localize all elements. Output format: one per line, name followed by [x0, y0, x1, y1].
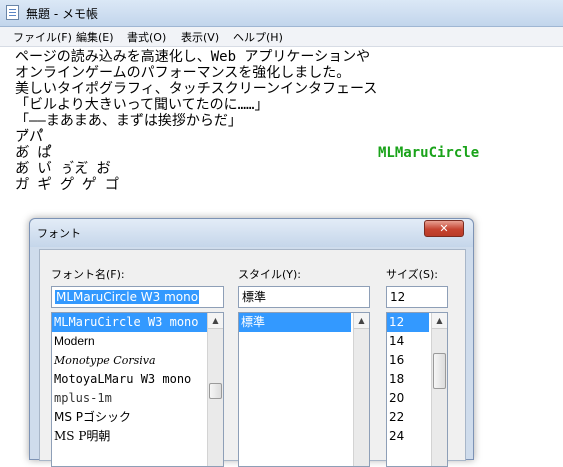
close-icon: ✕ [439, 222, 449, 235]
font-list-item[interactable]: MotoyaLMaru W3 mono [52, 370, 223, 389]
size-label: サイズ(S): [386, 268, 438, 281]
font-list-item[interactable]: MLMaruCircle W3 mono [52, 313, 223, 332]
scroll-up-icon[interactable]: ▲ [208, 313, 223, 329]
size-input[interactable]: 12 [386, 286, 448, 308]
font-list-item[interactable]: Modern [52, 332, 223, 351]
font-name-value: MLMaruCircle W3 mono [55, 290, 200, 304]
text-line: あ゙ い゙ ぅ゙え゙ お゙ [15, 161, 111, 177]
notepad-icon [6, 5, 19, 20]
window-title: 無題 - メモ帳 [26, 7, 98, 21]
style-list-item[interactable]: 標準 [239, 313, 351, 332]
scroll-up-icon[interactable]: ▲ [432, 313, 447, 329]
text-line: ア゙パ゚ [15, 129, 43, 145]
font-list-item[interactable]: Monotype Corsiva [52, 351, 223, 370]
size-list-scrollbar[interactable]: ▲ [431, 313, 447, 466]
menu-format[interactable]: 書式(O) [127, 29, 166, 45]
font-sample-text: MLMaruCircle [378, 145, 480, 161]
dialog-body: フォント名(F): MLMaruCircle W3 mono MLMaruCir… [39, 249, 466, 467]
font-list-item[interactable]: MS Pゴシック [52, 408, 223, 427]
text-line: 「——まあまあ、まずは挨拶からだ」 [15, 113, 242, 129]
text-line: ページの読み込みを高速化し、Web アプリケーションや [15, 49, 371, 65]
style-value: 標準 [242, 290, 267, 304]
title-bar: 無題 - メモ帳 [0, 0, 563, 27]
font-list-item[interactable]: MS P明朝 [52, 427, 223, 446]
menu-file[interactable]: ファイル(F) [13, 29, 72, 45]
text-line: オンラインゲームのパフォーマンスを強化しました。 [15, 65, 351, 81]
text-line: 「ビルより大きいって聞いてたのに……」 [15, 97, 269, 113]
font-name-label: フォント名(F): [51, 268, 125, 281]
text-line: 美しいタイポグラフィ、タッチスクリーンインタフェース [15, 81, 378, 97]
dialog-title-bar: フォント ✕ [30, 219, 473, 247]
text-line: カ゚ キ゚ ク゚ ケ゚ コ゚ [15, 177, 119, 193]
font-list-item[interactable]: mplus-1m [52, 389, 223, 408]
scroll-thumb[interactable] [433, 353, 446, 389]
dialog-title: フォント [37, 227, 81, 240]
text-line: あ゙ ぱ゚ [15, 145, 52, 161]
style-label: スタイル(Y): [238, 268, 302, 281]
font-name-input[interactable]: MLMaruCircle W3 mono [51, 286, 224, 308]
menu-edit[interactable]: 編集(E) [76, 29, 114, 45]
style-input[interactable]: 標準 [238, 286, 370, 308]
font-dialog: フォント ✕ フォント名(F): MLMaruCircle W3 mono ML… [29, 218, 474, 467]
scroll-thumb[interactable] [209, 383, 222, 399]
style-list-scrollbar[interactable]: ▲ [353, 313, 369, 466]
menu-bar: ファイル(F) 編集(E) 書式(O) 表示(V) ヘルプ(H) [0, 27, 563, 47]
menu-view[interactable]: 表示(V) [181, 29, 219, 45]
close-button[interactable]: ✕ [424, 220, 464, 237]
size-value: 12 [390, 290, 406, 304]
size-list-item[interactable]: 12 [387, 313, 429, 332]
font-list-scrollbar[interactable]: ▲ [207, 313, 223, 466]
scroll-up-icon[interactable]: ▲ [354, 313, 369, 329]
menu-help[interactable]: ヘルプ(H) [233, 29, 283, 45]
